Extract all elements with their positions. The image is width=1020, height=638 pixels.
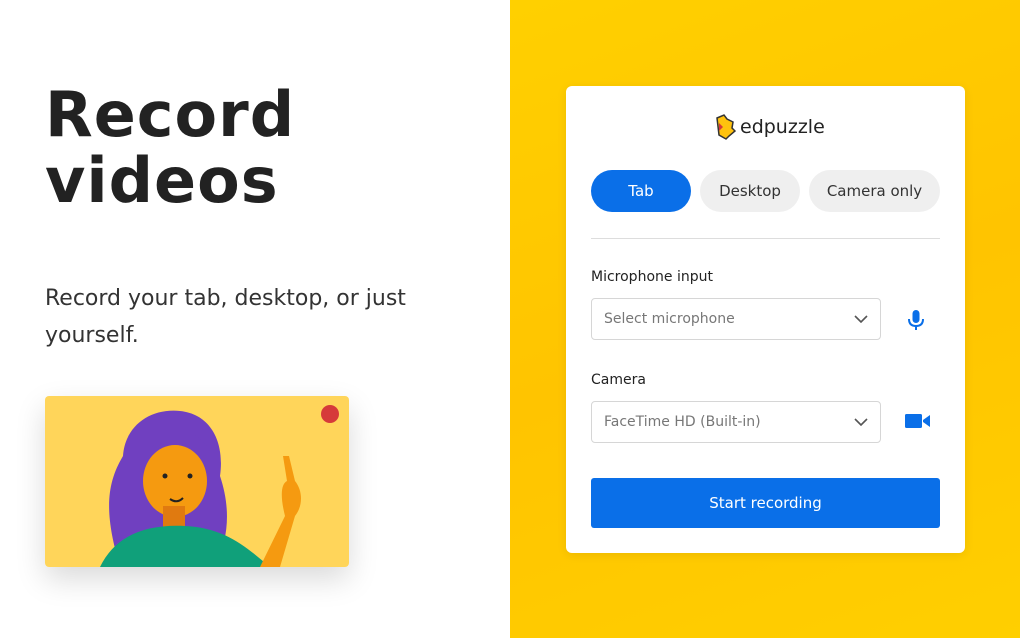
mode-tabs: Tab Desktop Camera only (591, 170, 940, 212)
chevron-down-icon (854, 418, 868, 426)
camera-value: FaceTime HD (Built-in) (604, 414, 761, 430)
start-recording-button[interactable]: Start recording (591, 478, 940, 528)
chevron-down-icon (854, 315, 868, 323)
tab-camera-only[interactable]: Camera only (809, 170, 940, 212)
puzzle-logo-icon (716, 114, 736, 140)
video-camera-icon[interactable] (905, 412, 931, 430)
title-line: videos (45, 144, 279, 217)
microphone-icon[interactable] (904, 308, 928, 332)
hero-panel: Record videos Record your tab, desktop, o… (0, 0, 510, 638)
recording-illustration (45, 396, 349, 567)
recorder-card: edpuzzle Tab Desktop Camera only Microph… (566, 86, 965, 553)
brand-name: edpuzzle (740, 116, 825, 138)
record-dot-icon (321, 405, 339, 423)
brand-logo: edpuzzle (714, 114, 825, 140)
divider (591, 238, 940, 239)
tab-tab[interactable]: Tab (591, 170, 691, 212)
tab-desktop[interactable]: Desktop (700, 170, 800, 212)
hero-title: Record videos (45, 84, 295, 212)
microphone-label: Microphone input (591, 269, 713, 285)
microphone-select[interactable]: Select microphone (591, 298, 881, 340)
camera-select[interactable]: FaceTime HD (Built-in) (591, 401, 881, 443)
title-line: Record (45, 78, 296, 151)
microphone-placeholder: Select microphone (604, 311, 735, 327)
hero-subtitle: Record your tab, desktop, or just yourse… (45, 286, 406, 348)
camera-label: Camera (591, 372, 646, 388)
